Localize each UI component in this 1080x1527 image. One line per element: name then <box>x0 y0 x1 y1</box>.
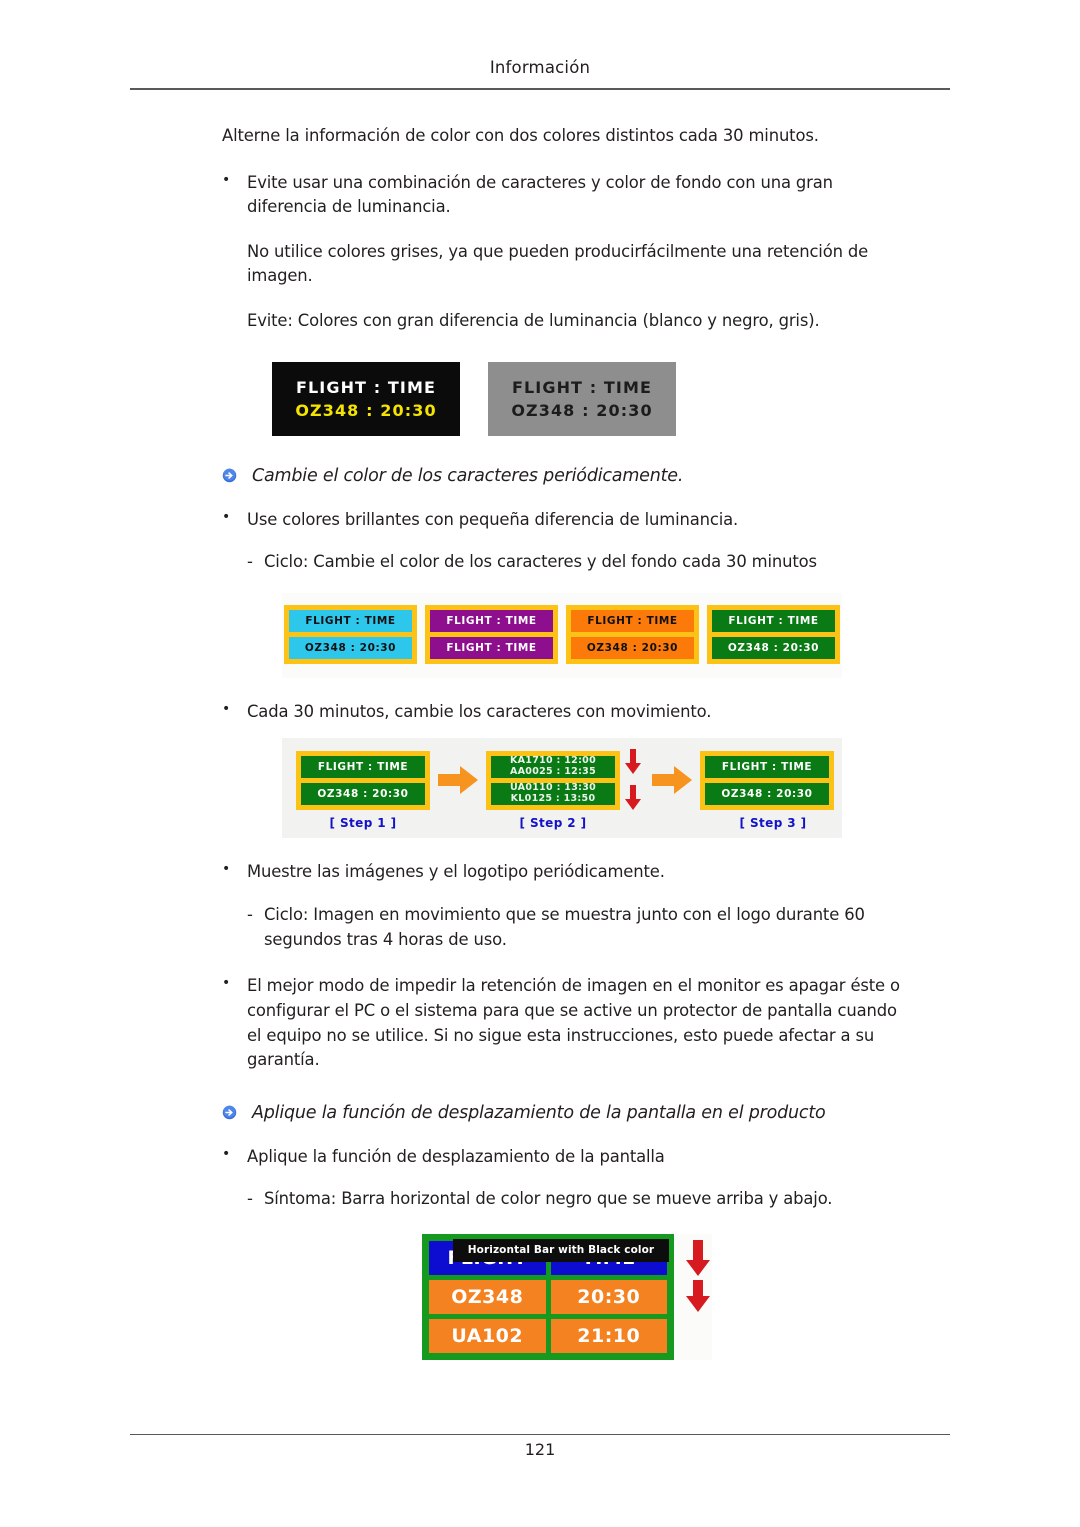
page-content: Alterne la información de color con dos … <box>0 112 1080 1360</box>
flight-board-black-row1: FLIGHT : TIME <box>295 377 437 397</box>
flight-board-orange-row2: OZ348 : 20:30 <box>571 636 694 659</box>
flight-board-gray: FLIGHT : TIME OZ348 : 20:30 <box>488 361 676 436</box>
horizontal-black-bar: Horizontal Bar with Black color <box>453 1238 669 1262</box>
flight-board-orange-row1: FLIGHT : TIME <box>571 609 694 632</box>
bullet-screensaver-advice: El mejor modo de impedir la retención de… <box>222 973 907 1072</box>
step3-label: [ Step 3 ] <box>739 816 807 831</box>
flight-board-cyan: FLIGHT : TIME OZ348 : 20:30 <box>284 604 417 664</box>
flight-board-purple: FLIGHT : TIME FLIGHT : TIME <box>425 604 558 664</box>
note-avoid-high-contrast: Evite: Colores con gran diferencia de lu… <box>247 311 820 331</box>
arrow-down-icon-1 <box>625 749 641 775</box>
section-heading-2-text: Aplique la función de desplazamiento de … <box>252 1102 826 1123</box>
step-diagram-row: FLIGHT : TIME OZ348 : 20:30 KA1710 : 12:… <box>282 748 842 812</box>
flight-board-cyan-row1: FLIGHT : TIME <box>289 609 412 632</box>
step2-row2: UA0110 : 13:30 KL0125 : 13:50 <box>491 782 615 805</box>
note-no-gray-colors: No utilice colores grises, ya que pueden… <box>247 241 869 286</box>
arrow-down-icon-2 <box>625 785 641 811</box>
flight-board-gray-row1: FLIGHT : TIME <box>511 377 653 397</box>
bottom-board-row-1: OZ348 20:30 <box>429 1279 667 1314</box>
step-label-gap-2 <box>620 816 706 830</box>
flight-board-green: FLIGHT : TIME OZ348 : 20:30 <box>707 604 840 664</box>
document-page: Información Alterne la información de co… <box>0 0 1080 1527</box>
flight-board-black: FLIGHT : TIME OZ348 : 20:30 <box>272 361 460 436</box>
flight-board-green-row2: OZ348 : 20:30 <box>712 636 835 659</box>
flight-board-bottom: Horizontal Bar with Black color FLIGHT T… <box>422 1233 674 1360</box>
bottom-board-row2-flight: UA102 <box>429 1318 546 1353</box>
page-header: Información <box>130 58 950 77</box>
step3-row1: FLIGHT : TIME <box>705 755 829 778</box>
step1-row1: FLIGHT : TIME <box>301 755 425 778</box>
bottom-board-row1-flight: OZ348 <box>429 1279 546 1314</box>
step-label-gap-1 <box>430 816 486 830</box>
flight-board-gray-row2: OZ348 : 20:30 <box>511 400 653 420</box>
flight-board-green-row1: FLIGHT : TIME <box>712 609 835 632</box>
figure-step-diagram: FLIGHT : TIME OZ348 : 20:30 KA1710 : 12:… <box>282 738 842 839</box>
arrow-right-icon-1 <box>438 766 478 795</box>
section-heading-screen-scroll: Aplique la función de desplazamiento de … <box>222 1103 1080 1123</box>
figure-mono-boards: FLIGHT : TIME OZ348 : 20:30 FLIGHT : TIM… <box>272 361 1080 436</box>
step2-row1-line1: KA1710 : 12:00 <box>509 755 596 766</box>
dash-symptom-black-bar: Síntoma: Barra horizontal de color negro… <box>247 1187 914 1212</box>
step2-row2-line1: UA0110 : 13:30 <box>509 782 597 793</box>
step2-row1-line2: AA0025 : 12:35 <box>510 765 596 777</box>
flight-board-cyan-row2: OZ348 : 20:30 <box>289 636 412 659</box>
flight-board-black-row2: OZ348 : 20:30 <box>295 400 437 420</box>
section-heading-change-character-color: Cambie el color de los caracteres periód… <box>222 466 1080 486</box>
step2-row2-line2: KL0125 : 13:50 <box>510 792 596 804</box>
lead-paragraph: Alterne la información de color con dos … <box>222 126 819 145</box>
section-heading-1-text: Cambie el color de los caracteres periód… <box>252 465 684 486</box>
figure-color-boards: FLIGHT : TIME OZ348 : 20:30 FLIGHT : TIM… <box>282 592 842 678</box>
blue-arrow-icon-2 <box>222 1105 237 1119</box>
dash-cycle-30-minutes: Ciclo: Cambie el color de los caracteres… <box>247 550 914 575</box>
bullet-bright-colors: Use colores brillantes con pequeña difer… <box>222 507 907 533</box>
arrow-right-icon-2 <box>652 766 692 795</box>
flight-board-orange: FLIGHT : TIME OZ348 : 20:30 <box>566 604 699 664</box>
step3-row2: OZ348 : 20:30 <box>705 782 829 805</box>
header-divider <box>130 88 950 90</box>
bullet-apply-screen-scroll: Aplique la función de desplazamiento de … <box>222 1144 907 1170</box>
figure-horizontal-bar-board: Horizontal Bar with Black color FLIGHT T… <box>422 1233 712 1360</box>
blue-arrow-icon <box>222 468 237 482</box>
bullet-avoid-luminance: Evite usar una combinación de caracteres… <box>222 170 907 220</box>
flight-board-purple-row1: FLIGHT : TIME <box>430 609 553 632</box>
footer-divider <box>130 1434 950 1435</box>
step1-row2: OZ348 : 20:30 <box>301 782 425 805</box>
bullet-move-characters: Cada 30 minutos, cambie los caracteres c… <box>222 699 907 725</box>
step2-label: [ Step 2 ] <box>519 816 587 831</box>
header-title: Información <box>489 58 591 77</box>
scroll-direction-arrows <box>624 748 642 812</box>
dash-cycle-moving-image: Ciclo: Imagen en movimiento que se muest… <box>247 903 914 952</box>
step3-board: FLIGHT : TIME OZ348 : 20:30 <box>700 750 834 810</box>
step-diagram-labels: [ Step 1 ] [ Step 2 ] [ Step 3 ] <box>282 816 842 830</box>
bottom-board-row1-time: 20:30 <box>550 1279 667 1314</box>
step2-board: KA1710 : 12:00 AA0025 : 12:35 UA0110 : 1… <box>486 750 620 810</box>
page-number: 121 <box>524 1440 556 1459</box>
step1-label: [ Step 1 ] <box>329 816 397 831</box>
bullet-show-images-logo: Muestre las imágenes y el logotipo perió… <box>222 860 907 885</box>
step1-board: FLIGHT : TIME OZ348 : 20:30 <box>296 750 430 810</box>
bottom-board-row2-time: 21:10 <box>550 1318 667 1353</box>
bottom-board-row-2: UA102 21:10 <box>429 1318 667 1353</box>
bar-movement-arrows <box>686 1239 710 1312</box>
flight-board-purple-row2: FLIGHT : TIME <box>430 636 553 659</box>
step2-row1: KA1710 : 12:00 AA0025 : 12:35 <box>491 755 615 778</box>
